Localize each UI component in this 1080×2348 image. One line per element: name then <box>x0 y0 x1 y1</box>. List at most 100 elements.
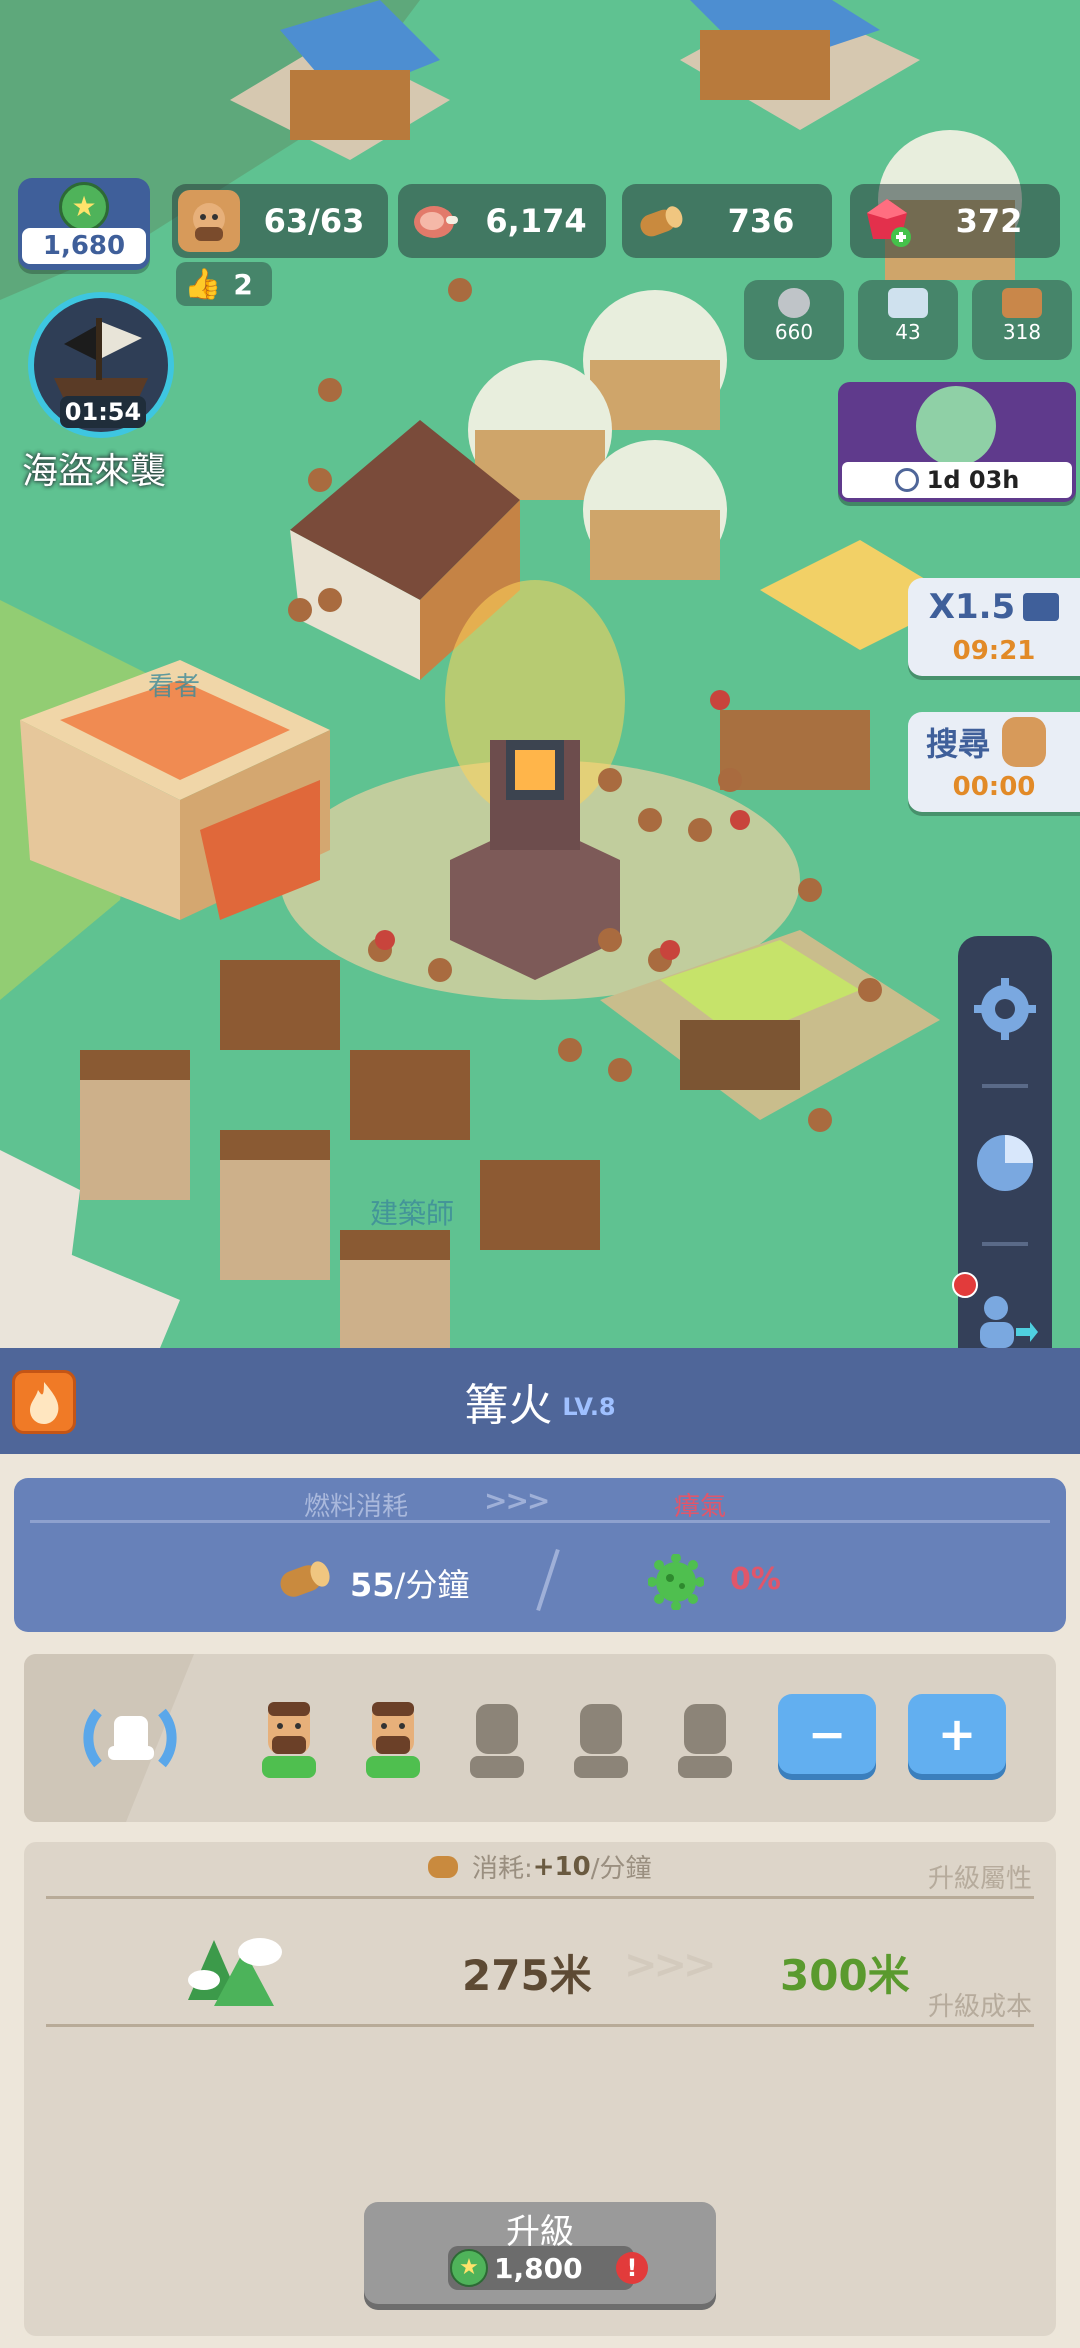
pirate-event-timer: 01:54 <box>60 396 146 428</box>
plank-icon <box>1002 288 1042 318</box>
meat-pill[interactable]: 6,174 <box>398 184 606 258</box>
fire-icon <box>12 1370 76 1434</box>
worker-box: − + <box>24 1654 1056 1822</box>
panel-title-bar: 篝火 LV.8 <box>0 1348 1080 1454</box>
auto-assign-icon[interactable] <box>78 1692 182 1784</box>
search-timer: 00:00 <box>952 772 1036 802</box>
consume-unit: /分鐘 <box>590 1854 652 1884</box>
ballista-2 <box>350 1050 470 1140</box>
tower-3 <box>340 1230 450 1348</box>
remove-worker-button[interactable]: − <box>778 1694 876 1774</box>
consume-row: 消耗: +10 /分鐘 <box>428 1848 652 1885</box>
right-toolbar <box>952 936 1052 1348</box>
upgrade-attr-label: 升級屬性 <box>927 1864 1032 1894</box>
arrows-icon: >>> <box>484 1484 550 1517</box>
upgrade-cost-value: 1,800 <box>494 2251 583 2285</box>
fuel-info-box: 燃料消耗 >>> 瘴氣 55/分鐘 0% <box>14 1478 1066 1632</box>
map-label-architect: 建築師 <box>370 1197 455 1230</box>
worker-slot-empty <box>462 1700 532 1780</box>
pie-chart-icon[interactable] <box>970 1128 1040 1198</box>
arrows-icon: >>> <box>624 1942 717 1988</box>
pirate-event-button[interactable]: 01:54 海盜來襲 <box>22 292 182 492</box>
planks-value: 318 <box>1002 320 1042 344</box>
upgrade-cost-label: 升級成本 <box>927 1992 1032 2022</box>
gems-value: 372 <box>955 202 1023 240</box>
star-coin-icon: ★ <box>59 182 109 232</box>
population-pill[interactable]: 63/63 <box>172 184 388 258</box>
ballista-3 <box>480 1160 600 1250</box>
likes-value: 2 <box>233 267 253 301</box>
pirate-event-title: 海盜來襲 <box>22 451 167 492</box>
upgrade-cost-pill: ★ 1,800 ! <box>448 2246 648 2290</box>
clock-icon <box>894 468 919 492</box>
iron-value: 43 <box>895 320 921 344</box>
map-label-watcher: 看者 <box>148 672 201 702</box>
yurt-3 <box>583 440 727 580</box>
building-name: 篝火 <box>464 1380 553 1431</box>
population-value: 63/63 <box>263 202 365 240</box>
xp-badge[interactable]: ★ 1,680 <box>18 178 150 270</box>
fuel-consumption-label: 燃料消耗 <box>304 1492 409 1522</box>
search-label: 搜尋 <box>926 725 991 763</box>
wood-value: 736 <box>727 202 795 240</box>
red-gem-plus-icon <box>856 190 918 252</box>
wood-pill[interactable]: 736 <box>622 184 832 258</box>
stone-icon <box>778 288 810 318</box>
smog-value: 0% <box>730 1562 781 1597</box>
wood-log-icon <box>428 1855 458 1878</box>
likes-pill[interactable]: 👍 2 <box>176 262 272 306</box>
explorer-icon <box>1002 717 1047 767</box>
stone-resource[interactable]: 660 <box>744 280 844 360</box>
fuel-divider-line <box>30 1520 1050 1523</box>
slash-divider <box>536 1548 560 1612</box>
zombie-event-timer: 1d 03h <box>926 466 1020 494</box>
tower-1 <box>80 1050 190 1200</box>
forest-range-icon <box>184 1930 294 2014</box>
speed-label: X1.5 <box>928 587 1016 627</box>
gear-icon[interactable] <box>972 976 1038 1042</box>
worker-slot-filled <box>254 1700 324 1780</box>
smog-virus-icon <box>647 1553 705 1614</box>
tower-2 <box>220 1130 330 1280</box>
wood-log-icon <box>628 190 690 252</box>
toolbar-divider <box>982 1242 1028 1246</box>
person-exit-icon[interactable] <box>972 1292 1038 1348</box>
worker-slot-empty <box>670 1700 740 1780</box>
zombie-event-card[interactable]: 1d 03h <box>838 382 1076 502</box>
star-coin-icon: ★ <box>450 2249 488 2287</box>
upgrade-button[interactable]: 升級 ★ 1,800 ! <box>364 2202 716 2304</box>
zombie-icon <box>916 386 996 466</box>
worker-slot-empty <box>566 1700 636 1780</box>
speed-boost-card[interactable]: X1.5 09:21 <box>908 578 1080 676</box>
consume-label: 消耗: <box>472 1854 533 1884</box>
building-level: LV.8 <box>562 1393 616 1421</box>
minus-label: − <box>807 1707 847 1761</box>
toolbar-divider <box>982 1084 1028 1088</box>
range-next: 300米 <box>780 1951 910 2000</box>
ballista-1 <box>220 960 340 1050</box>
worker-slot-filled <box>358 1700 428 1780</box>
stone-value: 660 <box>774 320 814 344</box>
meat-icon <box>404 190 466 252</box>
plank-resource[interactable]: 318 <box>972 280 1072 360</box>
divider-top <box>46 1896 1034 1899</box>
search-card[interactable]: 搜尋 00:00 <box>908 712 1080 812</box>
iron-ore-icon <box>888 288 928 318</box>
fuel-rate: 55/分鐘 <box>350 1560 469 1606</box>
building-panel: 篝火 LV.8 燃料消耗 >>> 瘴氣 55/分鐘 0% − + 消耗: +10… <box>0 1348 1080 2348</box>
iron-resource[interactable]: 43 <box>858 280 958 360</box>
gems-pill[interactable]: 372 <box>850 184 1060 258</box>
wood-log-icon <box>276 1558 332 1606</box>
consume-value: +10 <box>532 1851 591 1882</box>
add-worker-button[interactable]: + <box>908 1694 1006 1774</box>
game-map[interactable]: 看者 建築師 ★ 1,680 63/63 👍 2 6,174 736 372 6… <box>0 0 1080 1348</box>
speed-timer: 09:21 <box>952 636 1036 666</box>
fuel-rate-unit: /分鐘 <box>394 1566 470 1604</box>
villager-face-icon <box>178 190 240 252</box>
insufficient-warning-icon: ! <box>616 2252 648 2284</box>
range-current: 275米 <box>462 1951 592 2000</box>
thumbs-up-icon: 👍 <box>184 266 222 302</box>
smog-label: 瘴氣 <box>674 1492 727 1522</box>
plus-label: + <box>937 1707 977 1761</box>
xp-value: 1,680 <box>22 228 146 264</box>
